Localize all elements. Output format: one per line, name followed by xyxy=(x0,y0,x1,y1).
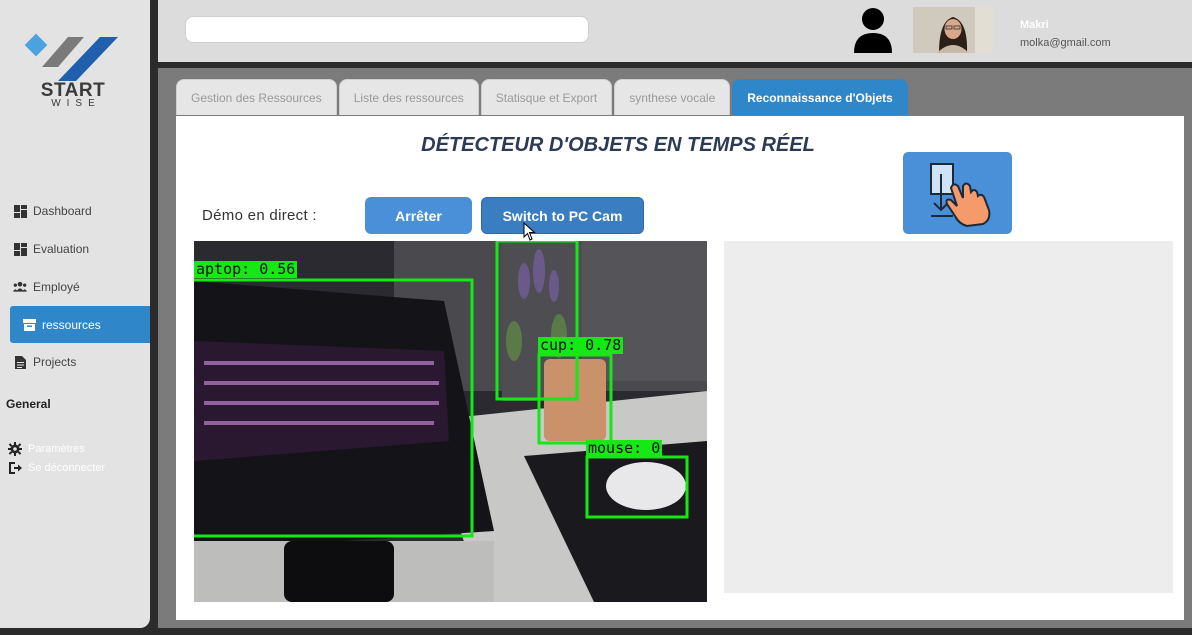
top-header: Makri molka@gmail.com xyxy=(158,0,1192,62)
sidebar-item-dashboard[interactable]: Dashboard xyxy=(0,192,150,230)
touch-download-button[interactable] xyxy=(903,152,1012,234)
sidebar-item-evaluation[interactable]: Evaluation xyxy=(0,230,150,268)
sidebar-item-settings[interactable]: Paramètres xyxy=(8,442,85,456)
sidebar-nav: Dashboard Evaluation Employé ressources … xyxy=(0,192,150,381)
main-panel: Gestion des Ressources Liste des ressour… xyxy=(158,68,1192,628)
sidebar-item-label: Employé xyxy=(33,280,80,294)
dashboard-icon xyxy=(13,204,27,218)
dashboard-icon xyxy=(13,242,27,256)
result-panel xyxy=(724,241,1173,593)
user-icon[interactable] xyxy=(852,6,894,54)
demo-label: Démo en direct : xyxy=(202,207,317,224)
tab-content: DÉTECTEUR D'OBJETS EN TEMPS RÉEL Démo en… xyxy=(176,116,1184,620)
detection-label-mouse: mouse: 0 xyxy=(586,439,663,457)
archive-icon xyxy=(22,318,36,332)
search-input[interactable] xyxy=(185,16,589,43)
tab-reconnaissance-objets[interactable]: Reconnaissance d'Objets xyxy=(732,79,908,115)
tab-bar: Gestion des Ressources Liste des ressour… xyxy=(176,79,910,116)
brand-tagline: WISE xyxy=(51,98,101,109)
tab-liste-ressources[interactable]: Liste des ressources xyxy=(338,79,479,115)
sidebar: START WISE Dashboard Evaluation Employé … xyxy=(0,0,150,628)
user-email: molka@gmail.com xyxy=(1020,37,1111,49)
hand-touch-download-icon xyxy=(930,163,991,228)
switch-camera-button[interactable]: Switch to PC Cam xyxy=(481,197,644,234)
sidebar-section-general: General xyxy=(6,397,51,411)
sidebar-item-logout[interactable]: Se déconnecter xyxy=(8,461,105,475)
logout-icon xyxy=(8,461,22,475)
camera-feed: aptop: 0.56 cup: 0.78 mouse: 0 xyxy=(194,241,707,602)
user-name: Makri xyxy=(1020,19,1049,31)
sidebar-item-label: Dashboard xyxy=(33,204,92,218)
mouse-cursor-icon xyxy=(523,222,536,241)
users-icon xyxy=(13,280,27,294)
sidebar-item-employe[interactable]: Employé xyxy=(0,268,150,306)
tab-synthese-vocale[interactable]: synthese vocale xyxy=(614,79,731,115)
detection-label-cup: cup: 0.78 xyxy=(538,336,624,354)
detection-label-laptop: aptop: 0.56 xyxy=(194,260,298,278)
camera-frame-image xyxy=(194,241,707,602)
sidebar-item-label: Paramètres xyxy=(28,443,85,455)
tab-gestion-ressources[interactable]: Gestion des Ressources xyxy=(176,79,337,115)
avatar[interactable] xyxy=(913,7,993,53)
sidebar-item-ressources[interactable]: ressources xyxy=(10,306,150,343)
sidebar-item-label: ressources xyxy=(42,317,101,332)
sidebar-item-label: Projects xyxy=(33,355,77,369)
sidebar-item-projects[interactable]: Projects xyxy=(0,343,150,381)
gear-icon xyxy=(8,442,22,456)
stop-button[interactable]: Arrêter xyxy=(365,197,472,234)
sidebar-item-label: Evaluation xyxy=(33,242,90,256)
document-icon xyxy=(13,355,27,369)
tab-statistique-export[interactable]: Statisque et Export xyxy=(480,79,613,115)
sidebar-item-label: Se déconnecter xyxy=(28,462,106,474)
